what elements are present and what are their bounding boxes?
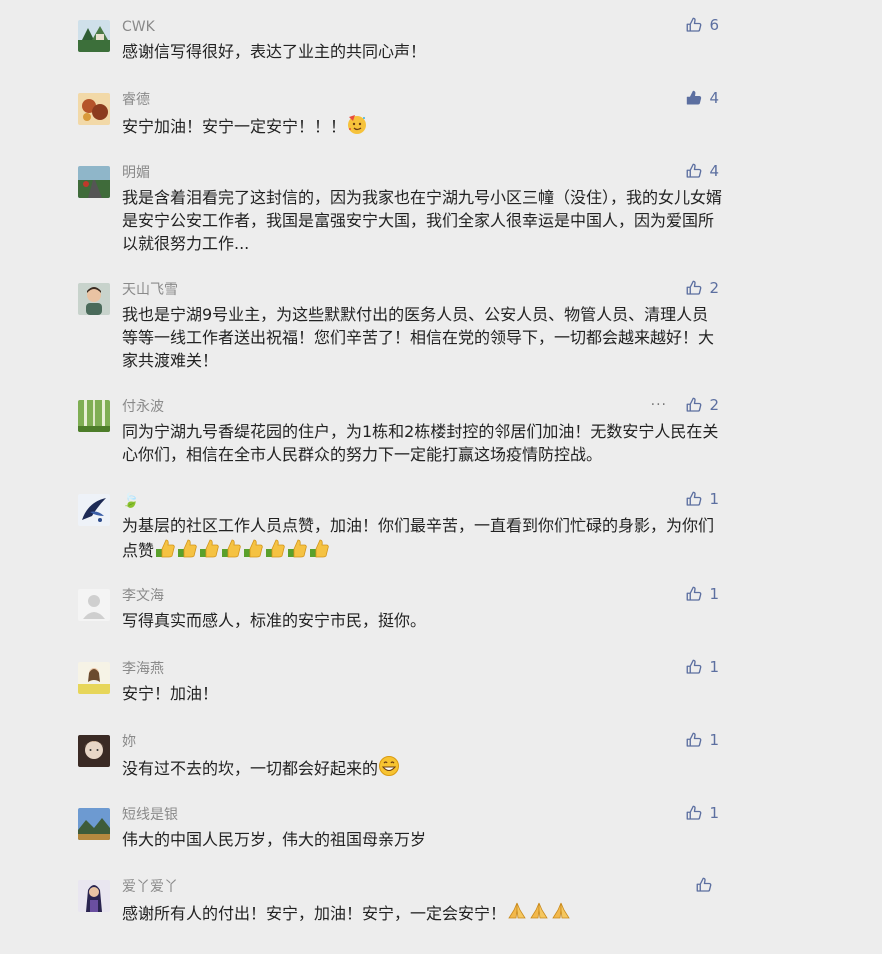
thumbs-up-emoji: [220, 537, 242, 559]
like-count: 4: [709, 162, 719, 180]
commenter-name[interactable]: 🍃: [122, 492, 139, 510]
avatar[interactable]: [78, 20, 110, 52]
comment-body: 同为宁湖九号香缇花园的住户，为1栋和2栋楼封控的邻居们加油！无数安宁人民在关心你…: [122, 422, 719, 464]
party-face-emoji: [346, 113, 368, 135]
commenter-name[interactable]: 妳: [122, 733, 136, 751]
like-button[interactable]: 6: [685, 16, 719, 34]
comment-body: 感谢所有人的付出！安宁，加油！安宁，一定会安宁！: [122, 904, 507, 923]
like-count: 2: [709, 279, 719, 297]
like-button[interactable]: 2: [685, 396, 719, 414]
avatar[interactable]: [78, 93, 110, 125]
thumbs-up-icon: [685, 279, 703, 297]
like-count: 1: [709, 731, 719, 749]
comment-text: 没有过不去的坎，一切都会好起来的: [122, 755, 723, 780]
commenter-name[interactable]: 付永波: [122, 398, 164, 416]
avatar[interactable]: [78, 283, 110, 315]
like-button[interactable]: 1: [685, 658, 719, 676]
avatar[interactable]: [78, 400, 110, 432]
like-button[interactable]: 4: [685, 162, 719, 180]
thumbs-up-emoji: [242, 537, 264, 559]
like-count: 1: [709, 804, 719, 822]
pray-emoji: [506, 900, 528, 922]
like-count: 1: [709, 585, 719, 603]
comment-body: 我是含着泪看完了这封信的，因为我家也在宁湖九号小区三幢（没住），我的女儿女婿是安…: [122, 188, 723, 253]
thumbs-up-filled-icon: [685, 89, 703, 107]
thumbs-up-emoji: [198, 537, 220, 559]
thumbs-up-icon: [685, 490, 703, 508]
comment-text: 安宁！加油！: [122, 682, 723, 705]
commenter-name[interactable]: 天山飞雪: [122, 281, 178, 299]
like-count: 1: [709, 658, 719, 676]
avatar[interactable]: [78, 662, 110, 694]
comment-list: CWK 6 感谢信写得很好，表达了业主的共同心声！ 睿德 4 安宁加油！安宁一定…: [0, 0, 882, 954]
thumbs-up-icon: [685, 162, 703, 180]
more-dots-icon[interactable]: ···: [651, 396, 667, 414]
comment-text: 我也是宁湖9号业主，为这些默默付出的医务人员、公安人员、物管人员、清理人员等等一…: [122, 303, 723, 372]
like-button[interactable]: 1: [685, 585, 719, 603]
thumbs-up-icon: [685, 731, 703, 749]
commenter-name[interactable]: 睿德: [122, 91, 150, 109]
like-button[interactable]: 2: [685, 279, 719, 297]
like-count: 6: [709, 16, 719, 34]
like-button[interactable]: 1: [685, 804, 719, 822]
avatar[interactable]: [78, 735, 110, 767]
like-count: 4: [709, 89, 719, 107]
pray-emoji-row: [506, 902, 572, 923]
comment-text: 同为宁湖九号香缇花园的住户，为1栋和2栋楼封控的邻居们加油！无数安宁人民在关心你…: [122, 420, 723, 466]
avatar[interactable]: [78, 166, 110, 198]
commenter-name[interactable]: CWK: [122, 18, 155, 36]
comment-body: 感谢信写得很好，表达了业主的共同心声！: [122, 42, 427, 61]
comment-body: 写得真实而感人，标准的安宁市民，挺你。: [122, 611, 427, 630]
avatar[interactable]: [78, 494, 110, 526]
thumbs-up-icon: [685, 658, 703, 676]
avatar[interactable]: [78, 589, 110, 621]
comment-body: 安宁！加油！: [122, 684, 219, 703]
commenter-name[interactable]: 李文海: [122, 587, 164, 605]
comment-body: 没有过不去的坎，一切都会好起来的: [122, 759, 379, 778]
comment-text: 写得真实而感人，标准的安宁市民，挺你。: [122, 609, 723, 632]
commenter-name[interactable]: 短线是银: [122, 806, 178, 824]
avatar[interactable]: [78, 808, 110, 840]
avatar[interactable]: [78, 880, 110, 912]
like-button[interactable]: 4: [685, 89, 719, 107]
thumbs-up-emoji: [176, 537, 198, 559]
thumbs-up-icon: [695, 876, 713, 894]
commenter-name[interactable]: 爱丫爱丫: [122, 878, 178, 896]
comment-body: 安宁加油！安宁一定安宁！！！: [122, 117, 347, 136]
commenter-name[interactable]: 李海燕: [122, 660, 164, 678]
comment-text: 安宁加油！安宁一定安宁！！！: [122, 113, 723, 138]
comment-text: 我是含着泪看完了这封信的，因为我家也在宁湖九号小区三幢（没住），我的女儿女婿是安…: [122, 186, 723, 255]
thumbs-up-emoji-row: [154, 539, 330, 560]
thumbs-up-emoji: [286, 537, 308, 559]
comment-text: 为基层的社区工作人员点赞，加油！你们最辛苦，一直看到你们忙碌的身影，为你们点赞: [122, 514, 723, 562]
like-button[interactable]: 1: [685, 731, 719, 749]
comment-body: 伟大的中国人民万岁，伟大的祖国母亲万岁: [122, 830, 427, 849]
thumbs-up-emoji: [154, 537, 176, 559]
comment-text: 感谢所有人的付出！安宁，加油！安宁，一定会安宁！: [122, 900, 723, 925]
thumbs-up-icon: [685, 585, 703, 603]
like-button[interactable]: [695, 876, 719, 894]
grin-emoji: [378, 755, 400, 777]
like-count: 1: [709, 490, 719, 508]
like-count: 2: [709, 396, 719, 414]
commenter-name[interactable]: 明媚: [122, 164, 150, 182]
comment-body: 我也是宁湖9号业主，为这些默默付出的医务人员、公安人员、物管人员、清理人员等等一…: [122, 305, 715, 370]
like-button[interactable]: 1: [685, 490, 719, 508]
thumbs-up-icon: [685, 396, 703, 414]
thumbs-up-icon: [685, 804, 703, 822]
thumbs-up-icon: [685, 16, 703, 34]
thumbs-up-emoji: [308, 537, 330, 559]
pray-emoji: [528, 900, 550, 922]
comment-text: 感谢信写得很好，表达了业主的共同心声！: [122, 40, 723, 63]
pray-emoji: [550, 900, 572, 922]
comment-text: 伟大的中国人民万岁，伟大的祖国母亲万岁: [122, 828, 723, 851]
thumbs-up-emoji: [264, 537, 286, 559]
